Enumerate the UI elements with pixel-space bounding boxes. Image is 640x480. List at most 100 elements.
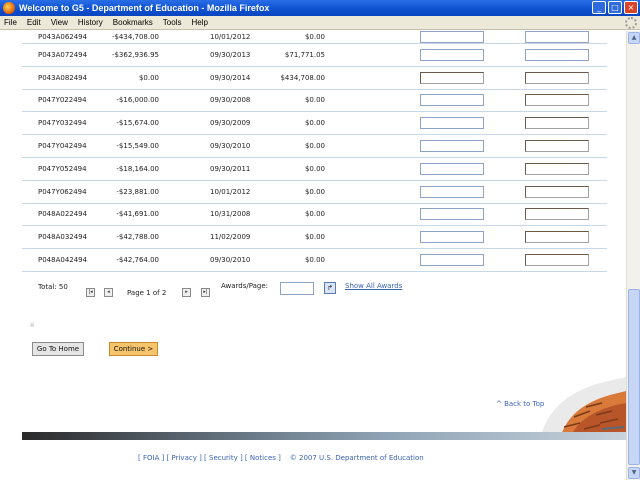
amount-cell: -$23,881.00 — [116, 187, 159, 196]
balance-cell: $0.00 — [304, 96, 325, 105]
date-input-field[interactable] — [525, 71, 589, 84]
menu-help[interactable]: Help — [191, 18, 207, 27]
pagination-bar: Total: 50 |◂ ◂ Page 1 of 2 ▸ ▸| Awards/P… — [22, 279, 607, 303]
award-number-cell: P047Y042494 — [38, 142, 87, 151]
close-button[interactable]: × — [624, 1, 638, 14]
maximize-button[interactable]: □ — [608, 1, 622, 14]
amount-cell: $0.00 — [138, 73, 159, 82]
amount-input-field[interactable] — [420, 48, 484, 61]
vertical-scrollbar[interactable]: ▲ ▼ — [626, 31, 640, 480]
go-arrow-icon[interactable]: ↱ — [324, 282, 336, 294]
balance-cell: $0.00 — [304, 187, 325, 196]
date-cell: 09/30/2013 — [210, 50, 251, 59]
menu-history[interactable]: History — [78, 18, 103, 27]
date-cell: 09/30/2009 — [210, 119, 251, 128]
table-row: P047Y042494 -$15,549.00 09/30/2010 $0.00 — [22, 135, 607, 158]
date-cell: 10/01/2012 — [210, 33, 251, 41]
award-number-cell: P043A062494 — [38, 33, 88, 41]
amount-input-field[interactable] — [420, 71, 484, 84]
show-all-awards-link[interactable]: Show All Awards — [345, 282, 402, 290]
page-info: Page 1 of 2 — [127, 289, 167, 297]
amount-input-field[interactable] — [420, 185, 484, 198]
award-number-cell: P048A022494 — [38, 210, 88, 219]
menu-tools[interactable]: Tools — [163, 18, 182, 27]
amount-cell: -$42,788.00 — [116, 233, 159, 242]
go-to-home-button[interactable]: Go To Home — [32, 342, 84, 356]
continue-button[interactable]: Continue > — [109, 342, 158, 356]
balance-cell: $0.00 — [304, 33, 325, 41]
footer-divider-bar — [22, 432, 626, 440]
table-row: P047Y022494 -$16,000.00 09/30/2008 $0.00 — [22, 90, 607, 113]
amount-cell: -$15,549.00 — [116, 142, 159, 151]
awards-per-page-input[interactable] — [280, 282, 314, 295]
date-cell: 09/30/2008 — [210, 96, 251, 105]
amount-cell: -$434,708.00 — [111, 33, 159, 41]
balance-cell: $434,708.00 — [280, 73, 325, 82]
left-margin — [0, 31, 22, 480]
amount-input-field[interactable] — [420, 94, 484, 107]
last-page-button[interactable]: ▸| — [201, 288, 210, 297]
table-row: P043A082494 $0.00 09/30/2014 $434,708.00 — [22, 67, 607, 90]
privacy-link[interactable]: Privacy — [172, 454, 197, 462]
prev-page-button[interactable]: ◂ — [104, 288, 113, 297]
table-row: P048A032494 -$42,788.00 11/02/2009 $0.00 — [22, 226, 607, 250]
menu-bookmarks[interactable]: Bookmarks — [113, 18, 153, 27]
scroll-up-arrow-icon[interactable]: ▲ — [628, 32, 640, 44]
balance-cell: $0.00 — [304, 142, 325, 151]
award-number-cell: P047Y052494 — [38, 164, 87, 173]
date-input-field[interactable] — [525, 185, 589, 198]
decorative-brick-arch-image — [540, 377, 626, 439]
date-input-field[interactable] — [525, 94, 589, 107]
menu-bar: File Edit View History Bookmarks Tools H… — [0, 16, 640, 30]
back-to-top-link[interactable]: ^ Back to Top — [496, 400, 544, 408]
amount-cell: -$41,691.00 — [116, 210, 159, 219]
scroll-down-arrow-icon[interactable]: ▼ — [628, 467, 640, 479]
menu-view[interactable]: View — [51, 18, 68, 27]
date-input-field[interactable] — [525, 31, 589, 43]
title-bar: Welcome to G5 - Department of Education … — [0, 0, 640, 16]
total-count: Total: 50 — [38, 283, 68, 291]
amount-input-field[interactable] — [420, 208, 484, 221]
menu-file[interactable]: File — [4, 18, 17, 27]
amount-input-field[interactable] — [420, 117, 484, 130]
date-cell: 09/30/2011 — [210, 164, 251, 173]
date-input-field[interactable] — [525, 208, 589, 221]
award-number-cell: P043A072494 — [38, 50, 88, 59]
menu-edit[interactable]: Edit — [27, 18, 41, 27]
award-number-cell: P047Y032494 — [38, 119, 87, 128]
balance-cell: $0.00 — [304, 119, 325, 128]
amount-input-field[interactable] — [420, 231, 484, 244]
amount-input-field[interactable] — [420, 140, 484, 153]
firefox-logo-icon — [3, 2, 15, 14]
notices-link[interactable]: Notices — [250, 454, 276, 462]
amount-cell: -$15,674.00 — [116, 119, 159, 128]
next-page-button[interactable]: ▸ — [182, 288, 191, 297]
balance-cell: $0.00 — [304, 233, 325, 242]
amount-cell: -$362,936.95 — [111, 50, 159, 59]
amount-input-field[interactable] — [420, 31, 484, 43]
date-input-field[interactable] — [525, 140, 589, 153]
scroll-thumb[interactable] — [628, 289, 640, 465]
date-input-field[interactable] — [525, 162, 589, 175]
table-row: P048A022494 -$41,691.00 10/31/2008 $0.00 — [22, 204, 607, 227]
date-input-field[interactable] — [525, 231, 589, 244]
date-input-field[interactable] — [525, 254, 589, 267]
date-input-field[interactable] — [525, 117, 589, 130]
amount-input-field[interactable] — [420, 162, 484, 175]
date-cell: 11/02/2009 — [210, 233, 251, 242]
date-cell: 10/31/2008 — [210, 210, 251, 219]
amount-input-field[interactable] — [420, 254, 484, 267]
amount-cell: -$18,164.00 — [116, 164, 159, 173]
minimize-button[interactable]: _ — [592, 1, 606, 14]
first-page-button[interactable]: |◂ — [86, 288, 95, 297]
page-content: P043A062494 -$434,708.00 10/01/2012 $0.00 P0… — [0, 31, 626, 480]
date-cell: 09/30/2014 — [210, 73, 251, 82]
awards-table: P043A062494 -$434,708.00 10/01/2012 $0.00 P0… — [22, 31, 607, 272]
balance-cell: $71,771.05 — [284, 50, 325, 59]
date-input-field[interactable] — [525, 48, 589, 61]
balance-cell: $0.00 — [304, 164, 325, 173]
foia-link[interactable]: FOIA — [143, 454, 159, 462]
balance-cell: $0.00 — [304, 256, 325, 265]
security-link[interactable]: Security — [209, 454, 238, 462]
window-title: Welcome to G5 - Department of Education … — [19, 3, 270, 13]
